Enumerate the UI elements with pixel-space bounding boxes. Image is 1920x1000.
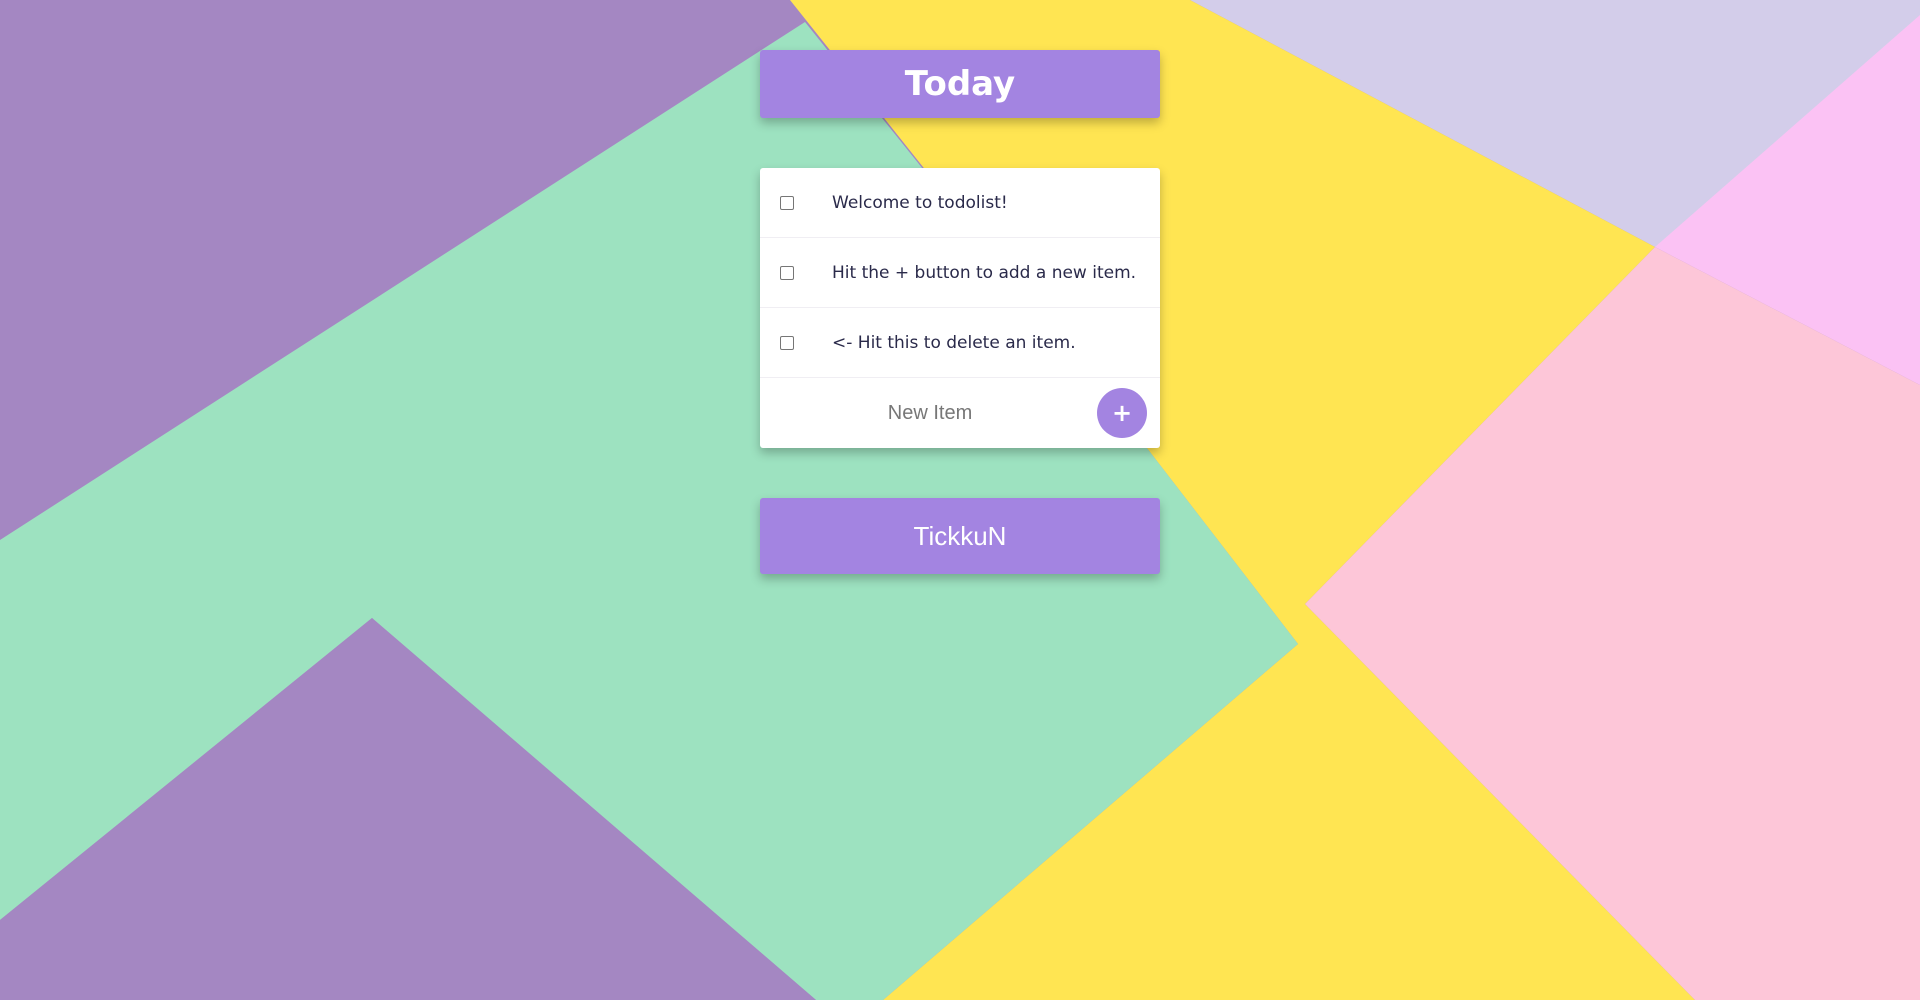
add-item-button[interactable]: + (1097, 388, 1147, 438)
todo-item-label: Welcome to todolist! (832, 192, 1008, 213)
plus-icon: + (1111, 399, 1133, 427)
new-item-input[interactable] (780, 401, 1080, 425)
checkbox-icon[interactable] (780, 195, 794, 210)
page-title-banner: Today (760, 50, 1160, 118)
todo-item: Welcome to todolist! (760, 168, 1160, 238)
todo-item-label: Hit the + button to add a new item. (832, 262, 1137, 283)
new-item-form: + (760, 378, 1160, 448)
todo-item: <- Hit this to delete an item. (760, 308, 1160, 378)
checkbox-icon[interactable] (780, 265, 794, 280)
checkbox-icon[interactable] (780, 335, 794, 350)
todo-item: Hit the + button to add a new item. (760, 238, 1160, 308)
footer-banner: TickkuN (760, 498, 1160, 574)
footer-text: TickkuN (913, 520, 1007, 551)
page-title: Today (904, 64, 1016, 104)
todo-list: Welcome to todolist! Hit the + button to… (760, 168, 1160, 448)
todo-item-label: <- Hit this to delete an item. (832, 332, 1076, 353)
todo-app: Today Welcome to todolist! Hit the + but… (760, 50, 1160, 574)
